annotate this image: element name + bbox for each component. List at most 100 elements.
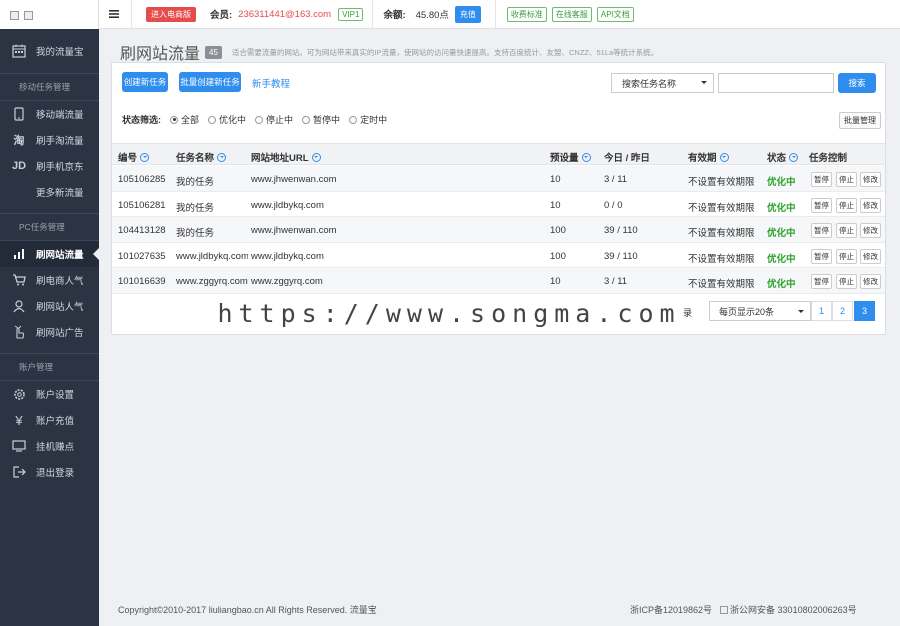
- cell-url[interactable]: www.jldbykq.com: [251, 200, 324, 211]
- cell-expire: 不设置有效期限: [688, 177, 755, 188]
- sort-icon[interactable]: [789, 152, 799, 162]
- stop-button[interactable]: 停止: [836, 172, 857, 187]
- sidebar-item-popularity[interactable]: 刷网站人气: [0, 293, 99, 319]
- edit-button[interactable]: 修改: [860, 274, 881, 289]
- cell-id: 104413128: [118, 225, 166, 236]
- stop-button[interactable]: 停止: [836, 248, 857, 264]
- th-name[interactable]: 任务名称: [176, 150, 227, 164]
- radio-scheduled[interactable]: [349, 115, 358, 124]
- balance-value: 45.80点: [415, 10, 449, 21]
- select-value: 搜索任务名称: [622, 78, 677, 89]
- sidebar-item-label: 刷手机京东: [36, 162, 84, 173]
- page-size-select[interactable]: 每页显示20条: [709, 301, 811, 321]
- enter-ecom-button[interactable]: 进入电商版: [146, 6, 196, 22]
- radio-paused[interactable]: [302, 115, 311, 124]
- sort-icon[interactable]: [140, 152, 150, 162]
- pricing-link[interactable]: 收费标准: [506, 6, 547, 22]
- edit-button[interactable]: 修改: [860, 223, 881, 238]
- filter-label: 状态筛选:: [122, 115, 161, 125]
- search-button[interactable]: 搜索: [838, 73, 876, 93]
- th-id[interactable]: 编号: [118, 150, 150, 164]
- cell-id: 101016639: [118, 276, 166, 287]
- recharge-button[interactable]: 充值: [454, 5, 481, 23]
- sidebar-item-ecom[interactable]: 刷电商人气: [0, 267, 99, 293]
- th-expire[interactable]: 有效期: [688, 150, 729, 164]
- sort-icon[interactable]: [217, 152, 227, 162]
- batch-create-button[interactable]: 批量创建新任务: [179, 72, 241, 92]
- sidebar-item-my-traffic[interactable]: 我的流量宝: [0, 29, 99, 73]
- cell-url[interactable]: www.jhwenwan.com: [251, 174, 337, 185]
- batch-manage-button[interactable]: 批量管理: [839, 112, 881, 129]
- th-preset[interactable]: 预设量: [550, 150, 591, 164]
- cell-url[interactable]: www.zggyrq.com: [251, 276, 323, 287]
- tutorial-link[interactable]: 新手教程: [252, 76, 290, 90]
- sidebar-item-settings[interactable]: 账户设置: [0, 381, 99, 407]
- pause-button[interactable]: 暂停: [811, 248, 832, 264]
- status-badge: 优化中: [767, 253, 796, 265]
- page-3[interactable]: 3: [854, 301, 875, 321]
- pause-button[interactable]: 暂停: [811, 223, 832, 238]
- stop-button[interactable]: 停止: [836, 274, 857, 289]
- cell-url[interactable]: www.jhwenwan.com: [251, 225, 337, 236]
- radio-optimizing[interactable]: [208, 115, 217, 124]
- edit-button[interactable]: 修改: [860, 172, 881, 187]
- pause-button[interactable]: 暂停: [811, 197, 832, 213]
- sidebar-item-logout[interactable]: 退出登录: [0, 459, 99, 485]
- stop-button[interactable]: 停止: [836, 223, 857, 238]
- icp-text[interactable]: 浙ICP备12019862号: [630, 603, 712, 616]
- search-input[interactable]: [718, 73, 834, 93]
- pause-button[interactable]: 暂停: [811, 172, 832, 187]
- cell-name: www.jldbykq.com: [176, 250, 248, 262]
- select-value: 每页显示20条: [719, 306, 775, 317]
- sidebar-item-jd[interactable]: JD 刷手机京东: [0, 153, 99, 179]
- logo[interactable]: [0, 0, 99, 29]
- member-email[interactable]: 236311441@163.com: [238, 9, 331, 20]
- cell-name: 我的任务: [176, 228, 215, 239]
- th-url[interactable]: 网站地址URL: [251, 150, 321, 164]
- sort-icon[interactable]: [311, 152, 321, 162]
- page-header: 刷网站流量 45 适合需要流量的网站。可为网站带来真实的IP流量，使网站的访问量…: [120, 40, 658, 64]
- sidebar-item-website-traffic[interactable]: 刷网站流量: [0, 241, 99, 267]
- cell-expire: 不设置有效期限: [688, 228, 755, 239]
- stop-button[interactable]: 停止: [836, 197, 857, 213]
- create-task-button[interactable]: 创建新任务: [122, 72, 168, 92]
- sort-icon[interactable]: [719, 152, 729, 162]
- caret-down-icon: [798, 310, 804, 316]
- cell-today: 0 / 0: [604, 199, 623, 211]
- police-text[interactable]: 浙公网安备 33010802006263号: [730, 603, 857, 616]
- gear-icon: [11, 388, 27, 401]
- chart-icon: [11, 248, 27, 260]
- search-type-select[interactable]: 搜索任务名称: [611, 73, 714, 93]
- sidebar-item-recharge[interactable]: ¥ 账户充值: [0, 407, 99, 433]
- cell-today: 3 / 11: [604, 174, 628, 185]
- section-pc: PC任务管理: [19, 222, 65, 232]
- th-status[interactable]: 状态: [767, 150, 799, 164]
- sidebar-item-more[interactable]: 更多新流量: [0, 179, 99, 205]
- edit-button[interactable]: 修改: [860, 248, 881, 264]
- pause-button[interactable]: 暂停: [811, 274, 832, 289]
- user-icon: [11, 299, 27, 313]
- radio-stopped[interactable]: [255, 115, 264, 124]
- top-bar: 进入电商版 会员: 236311441@163.com VIP1 余额: 45.…: [99, 0, 900, 29]
- cell-preset: 100: [550, 225, 566, 236]
- page-1[interactable]: 1: [811, 301, 832, 321]
- edit-button[interactable]: 修改: [860, 197, 881, 213]
- sidebar-item-taobao[interactable]: 淘 刷手淘流量: [0, 127, 99, 153]
- cell-preset: 10: [550, 276, 561, 287]
- api-docs-link[interactable]: API文档: [596, 6, 634, 22]
- member-label: 会员:: [210, 10, 233, 21]
- taobao-icon: 淘: [13, 135, 25, 147]
- menu-icon[interactable]: [109, 10, 119, 18]
- sidebar-item-earn[interactable]: 挂机赚点: [0, 433, 99, 459]
- page-2[interactable]: 2: [832, 301, 853, 321]
- sidebar-item-mobile-traffic[interactable]: 移动端流量: [0, 101, 99, 127]
- footer-right: 浙ICP备12019862号 浙公网安备 33010802006263号: [630, 603, 857, 616]
- support-link[interactable]: 在线客服: [551, 6, 592, 22]
- radio-label: 优化中: [219, 115, 247, 125]
- section-account: 账户管理: [19, 362, 54, 372]
- cell-url[interactable]: www.jldbykq.com: [251, 251, 324, 262]
- sort-icon[interactable]: [581, 152, 591, 162]
- cell-name: 我的任务: [176, 177, 215, 188]
- radio-all[interactable]: [170, 115, 178, 124]
- sidebar-item-ads[interactable]: 刷网站广告: [0, 319, 99, 345]
